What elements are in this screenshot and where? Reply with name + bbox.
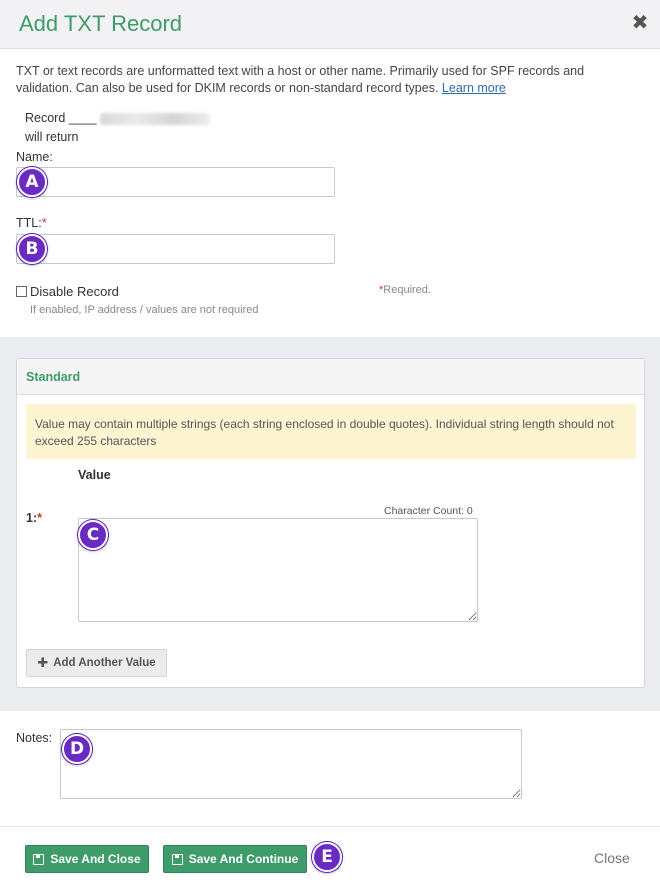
close-icon[interactable]: ✖ — [630, 12, 650, 34]
standard-panel: Standard Value may contain multiple stri… — [16, 358, 645, 688]
disable-record-hint: If enabled, IP address / values are not … — [30, 304, 259, 316]
record-preview-suffix: will return — [25, 130, 79, 144]
add-another-value-button[interactable]: ✚ Add Another Value — [26, 649, 167, 677]
save-and-close-label: Save And Close — [50, 852, 141, 866]
ttl-label: TTL:* — [16, 216, 47, 230]
marker-d: D — [62, 734, 92, 764]
notes-textarea[interactable] — [60, 729, 522, 799]
value-column-header: Value — [78, 468, 111, 482]
marker-a: A — [17, 167, 47, 197]
dialog-header: Add TXT Record ✖ — [0, 0, 660, 49]
marker-e: E — [312, 842, 342, 872]
learn-more-link[interactable]: Learn more — [442, 81, 506, 95]
disable-record-checkbox[interactable] — [16, 286, 27, 297]
value-row-index: 1: — [26, 511, 38, 525]
name-input[interactable] — [16, 167, 335, 197]
character-count: Character Count: 0 — [384, 505, 473, 517]
value-info-alert: Value may contain multiple strings (each… — [26, 404, 636, 459]
required-note-text: Required. — [383, 284, 431, 296]
close-link[interactable]: Close — [594, 850, 630, 866]
add-another-value-label: Add Another Value — [53, 657, 156, 669]
value-textarea[interactable] — [78, 518, 478, 622]
ttl-input[interactable] — [16, 234, 335, 264]
standard-panel-title: Standard — [17, 359, 644, 395]
value-row-required-star: * — [37, 511, 42, 525]
notes-label: Notes: — [16, 731, 53, 745]
save-and-continue-label: Save And Continue — [188, 852, 299, 866]
save-and-continue-button[interactable]: Save And Continue — [163, 845, 307, 873]
footer-divider — [0, 826, 660, 827]
plus-icon: ✚ — [37, 655, 49, 670]
save-icon — [33, 853, 45, 865]
value-row-label: 1:* — [26, 511, 42, 525]
disable-record-row[interactable]: Disable Record — [16, 284, 119, 299]
disable-record-label: Disable Record — [30, 284, 119, 299]
record-preview-prefix: Record ____ — [25, 111, 97, 125]
save-icon — [171, 853, 183, 865]
blurred-hostname — [99, 112, 210, 125]
marker-c: C — [78, 520, 108, 550]
intro-text: TXT or text records are unformatted text… — [16, 63, 636, 97]
required-note: *Required. — [379, 284, 431, 296]
name-label: Name: — [16, 150, 53, 164]
record-preview: Record ____ — [25, 111, 210, 125]
marker-b: B — [17, 234, 47, 264]
ttl-label-text: TTL: — [16, 216, 42, 230]
dialog-title: Add TXT Record — [19, 11, 183, 36]
ttl-required-star: * — [41, 216, 47, 230]
save-and-close-button[interactable]: Save And Close — [25, 845, 149, 873]
